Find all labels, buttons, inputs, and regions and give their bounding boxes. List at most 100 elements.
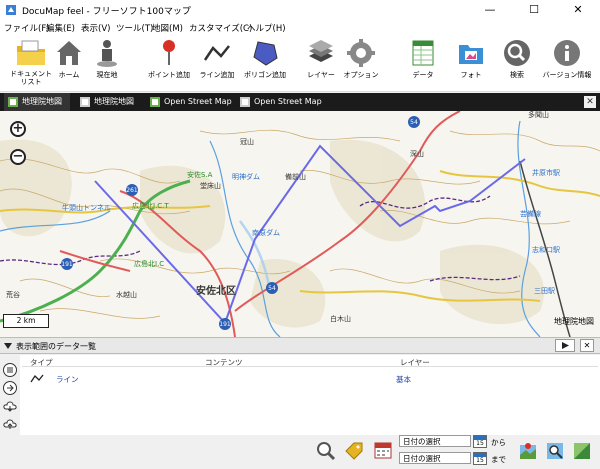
close-button[interactable]: ✕	[556, 0, 600, 20]
map-label: 南原ダム	[252, 228, 280, 237]
polyline-icon	[203, 45, 230, 61]
add-point-button[interactable]: ポイント追加	[144, 38, 194, 90]
svg-text:54: 54	[410, 119, 418, 126]
info-icon	[554, 40, 580, 66]
version-info-label: バージョン情報	[542, 71, 592, 79]
zoom-out-button[interactable]: −	[10, 149, 26, 165]
menu-edit[interactable]: 編集(E)	[46, 22, 75, 34]
tag-icon[interactable]	[344, 441, 364, 461]
to-label: まで	[491, 455, 506, 464]
tab-label: Open Street Map	[254, 97, 322, 106]
current-location-button[interactable]: 現在地	[82, 38, 132, 90]
polygon-icon	[253, 41, 278, 66]
map-label: 三田駅	[534, 287, 555, 295]
map-label: 堂床山	[200, 181, 221, 190]
photo-button[interactable]: フォト	[446, 38, 496, 90]
tab-osm-1[interactable]: Open Street Map	[146, 93, 232, 111]
panel-side-buttons	[0, 355, 20, 435]
map-attribution: 地理院地図	[554, 317, 594, 326]
list-icon[interactable]	[3, 363, 17, 377]
add-polygon-label: ポリゴン追加	[244, 71, 286, 79]
add-line-label: ライン追加	[199, 71, 235, 79]
folder-icon	[17, 40, 45, 65]
menu-help[interactable]: ヘルプ(H)	[247, 22, 286, 34]
search-button[interactable]: 検索	[492, 38, 542, 90]
map-label: 明神ダム	[232, 172, 260, 181]
spreadsheet-icon	[412, 40, 434, 66]
zoom-in-button[interactable]: +	[10, 121, 26, 137]
header-divider	[22, 366, 598, 367]
map-canvas: 261 54 191 54 191 安佐北区 広島北J.C.T 広島北I.C 安…	[0, 111, 600, 337]
search-label: 検索	[510, 71, 524, 79]
svg-text:261: 261	[126, 187, 138, 194]
toolbar: ドキュメント リスト ホーム 現在地 ポイント追加 ライン追加 ポリゴン追加 レ…	[0, 36, 600, 92]
svg-text:54: 54	[268, 285, 276, 292]
map-label: 多聞山	[528, 111, 549, 119]
map-search-icon[interactable]	[545, 441, 565, 461]
map-label: 志和口駅	[532, 245, 560, 254]
menu-view[interactable]: 表示(V)	[81, 22, 110, 34]
footer-toolbar: 日付の選択 15 から 日付の選択 15 まで	[0, 435, 600, 469]
gear-icon	[347, 39, 375, 67]
map-area-icon[interactable]	[572, 441, 592, 461]
tab-gsi-map-2[interactable]: 地理院地図	[76, 93, 142, 111]
collapse-icon[interactable]	[4, 342, 12, 350]
map-tab-icon	[150, 97, 160, 107]
photo-label: フォト	[460, 71, 482, 79]
option-button[interactable]: オプション	[336, 38, 386, 90]
close-tab-button[interactable]: ✕	[584, 96, 596, 108]
add-polygon-button[interactable]: ポリゴン追加	[240, 38, 290, 90]
tab-label: Open Street Map	[164, 97, 232, 106]
table-row[interactable]: ライン 基本	[22, 372, 598, 386]
menu-file[interactable]: ファイル(F)	[4, 22, 50, 34]
map-label: 安佐S.A	[187, 170, 213, 179]
map-label: 芸備線	[520, 209, 541, 218]
map-tab-icon	[240, 97, 250, 107]
data-button[interactable]: データ	[398, 38, 448, 90]
person-icon	[97, 40, 117, 67]
calendar-icon[interactable]	[373, 440, 393, 460]
map-pin-icon[interactable]	[518, 441, 538, 461]
map-label: 白木山	[330, 314, 351, 323]
data-list	[0, 355, 600, 435]
map-tab-bar: 地理院地図 地理院地図 Open Street Map Open Street …	[0, 93, 600, 111]
cloud-upload-icon[interactable]	[3, 417, 17, 431]
line-icon	[30, 374, 44, 383]
layers-icon	[309, 40, 333, 62]
menu-bar: ファイル(F) 編集(E) 表示(V) ツール(T) 地図(M) カスタマイズ(…	[0, 20, 600, 36]
date-to-field[interactable]: 日付の選択	[399, 452, 471, 464]
map-label: 水越山	[116, 290, 137, 299]
map-label: 荒谷	[6, 290, 20, 299]
minimize-button[interactable]: —	[468, 0, 512, 20]
map-label: 冠山	[240, 137, 254, 146]
date-from-field[interactable]: 日付の選択	[399, 435, 471, 447]
data-panel-title: 表示範囲のデータ一覧	[16, 342, 96, 351]
zoom-search-icon[interactable]	[316, 441, 336, 461]
map-view[interactable]: 261 54 191 54 191 安佐北区 広島北J.C.T 広島北I.C 安…	[0, 111, 600, 337]
photo-folder-icon	[459, 45, 483, 64]
tab-osm-2[interactable]: Open Street Map	[236, 93, 322, 111]
menu-tools[interactable]: ツール(T)	[116, 22, 153, 34]
svg-text:191: 191	[61, 261, 73, 268]
arrow-right-circle-icon[interactable]	[3, 381, 17, 395]
panel-close-button[interactable]: ✕	[580, 339, 594, 352]
menu-map[interactable]: 地図(M)	[152, 22, 183, 34]
add-point-label: ポイント追加	[148, 71, 190, 79]
map-label: 深山	[410, 149, 424, 158]
date-to-calendar-button[interactable]: 15	[473, 452, 487, 465]
play-icon	[562, 342, 569, 349]
tab-label: 地理院地図	[94, 97, 134, 106]
row-layer: 基本	[396, 375, 411, 384]
version-info-button[interactable]: バージョン情報	[542, 38, 592, 90]
cloud-download-icon[interactable]	[3, 399, 17, 413]
panel-play-button[interactable]	[555, 339, 575, 352]
tab-gsi-map-1[interactable]: 地理院地図	[4, 93, 70, 111]
pushpin-icon	[163, 40, 175, 65]
map-tab-icon	[8, 97, 18, 107]
home-icon	[57, 41, 81, 65]
add-line-button[interactable]: ライン追加	[192, 38, 242, 90]
date-from-calendar-button[interactable]: 15	[473, 435, 487, 448]
map-label: 備前山	[285, 172, 306, 181]
menu-customize[interactable]: カスタマイズ(C)	[189, 22, 252, 34]
maximize-button[interactable]: ☐	[512, 0, 556, 20]
